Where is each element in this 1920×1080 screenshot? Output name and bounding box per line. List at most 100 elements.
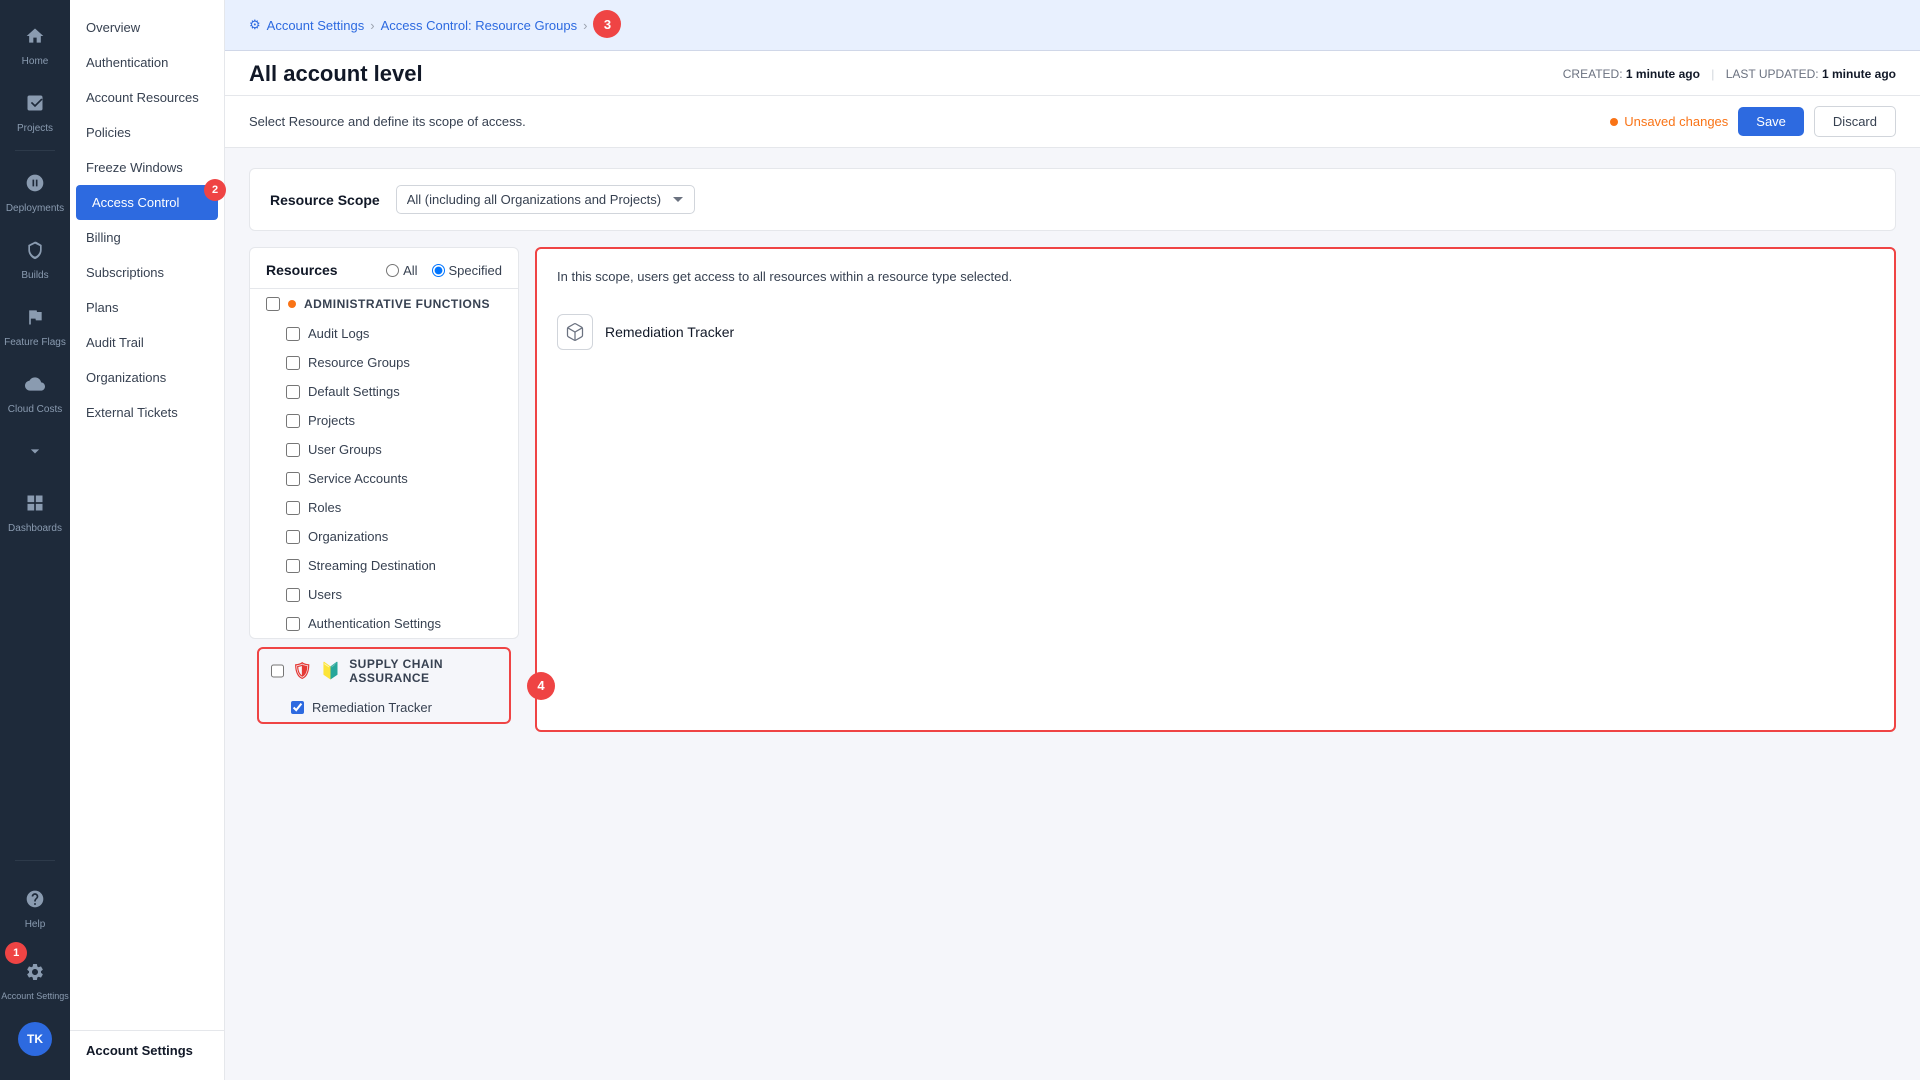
- step-badge-3-wrap: 3: [593, 10, 623, 40]
- radio-specified[interactable]: [432, 264, 445, 277]
- breadcrumb-bar: ⚙ Account Settings › Access Control: Res…: [225, 0, 1920, 51]
- sidebar-account-section: Account Settings: [70, 1030, 224, 1070]
- scope-select[interactable]: All (including all Organizations and Pro…: [396, 185, 695, 214]
- resource-item-projects[interactable]: Projects: [250, 406, 518, 435]
- supply-chain-item-remediation[interactable]: Remediation Tracker: [259, 693, 509, 722]
- resource-item-service-accounts[interactable]: Service Accounts: [250, 464, 518, 493]
- unsaved-label: Unsaved changes: [1624, 114, 1728, 129]
- sidebar-item-freeze-windows[interactable]: Freeze Windows: [70, 150, 224, 185]
- sidebar-account-title: Account Settings: [86, 1043, 208, 1058]
- sidebar-item-audit-trail[interactable]: Audit Trail: [70, 325, 224, 360]
- checkbox-auth-settings[interactable]: [286, 617, 300, 631]
- nav-item-builds[interactable]: Builds: [0, 224, 70, 291]
- nav-item-dashboards[interactable]: Dashboards: [0, 477, 70, 544]
- home-icon: [19, 20, 51, 52]
- nav-item-more[interactable]: [0, 425, 70, 477]
- supply-chain-checkbox[interactable]: [271, 664, 284, 678]
- supply-chain-remediation-checkbox[interactable]: [291, 701, 304, 714]
- resources-radio-group: All Specified: [386, 263, 502, 278]
- sidebar-item-policies[interactable]: Policies: [70, 115, 224, 150]
- sidebar-item-overview[interactable]: Overview: [70, 10, 224, 45]
- resource-item-users[interactable]: Users: [250, 580, 518, 609]
- radio-specified-label[interactable]: Specified: [432, 263, 502, 278]
- resource-item-roles[interactable]: Roles: [250, 493, 518, 522]
- nav-item-account-settings[interactable]: 1 Account Settings: [1, 946, 69, 1012]
- checkbox-roles[interactable]: [286, 501, 300, 515]
- step-badge-4: 4: [527, 672, 555, 700]
- nav-item-home[interactable]: Home: [0, 10, 70, 77]
- chevron-down-icon: [19, 435, 51, 467]
- item-label-streaming-destination: Streaming Destination: [308, 558, 436, 573]
- meta-separator: |: [1711, 67, 1714, 81]
- supply-chain-section: 🛡 🔰 SUPPLY CHAIN ASSURANCE Remediation T…: [257, 647, 511, 724]
- checkbox-users[interactable]: [286, 588, 300, 602]
- sidebar: Overview Authentication Account Resource…: [70, 0, 225, 1080]
- panels: Resources All Specified: [249, 247, 1896, 732]
- resource-item-default-settings[interactable]: Default Settings: [250, 377, 518, 406]
- builds-icon: [19, 234, 51, 266]
- page-title: All account level: [249, 61, 423, 87]
- breadcrumb-sep-1: ›: [370, 18, 374, 33]
- unsaved-changes-badge: Unsaved changes: [1610, 114, 1728, 129]
- checkbox-audit-logs[interactable]: [286, 327, 300, 341]
- scope-info-panel: In this scope, users get access to all r…: [535, 247, 1896, 732]
- resource-item-resource-groups[interactable]: Resource Groups: [250, 348, 518, 377]
- supply-chain-shield: 🔰: [321, 661, 341, 681]
- sidebar-item-billing[interactable]: Billing: [70, 220, 224, 255]
- projects-icon: [19, 87, 51, 119]
- cloud-icon: [19, 368, 51, 400]
- gear-settings-icon: ⚙: [249, 17, 261, 33]
- sidebar-item-account-resources[interactable]: Account Resources: [70, 80, 224, 115]
- sidebar-item-external-tickets[interactable]: External Tickets: [70, 395, 224, 430]
- nav-item-cloud-costs[interactable]: Cloud Costs: [0, 358, 70, 425]
- resource-item-streaming-destination[interactable]: Streaming Destination: [250, 551, 518, 580]
- radio-all-label[interactable]: All: [386, 263, 417, 278]
- toolbar: Select Resource and define its scope of …: [225, 96, 1920, 148]
- nav-separator: [15, 150, 55, 151]
- nav-separator-2: [15, 860, 55, 861]
- nav-label-projects: Projects: [17, 123, 53, 134]
- sidebar-item-plans[interactable]: Plans: [70, 290, 224, 325]
- sidebar-item-subscriptions[interactable]: Subscriptions: [70, 255, 224, 290]
- checkbox-organizations[interactable]: [286, 530, 300, 544]
- nav-label-dashboards: Dashboards: [8, 523, 62, 534]
- checkbox-default-settings[interactable]: [286, 385, 300, 399]
- sidebar-item-access-control[interactable]: Access Control 2: [76, 185, 218, 220]
- sidebar-item-organizations[interactable]: Organizations: [70, 360, 224, 395]
- nav-item-help[interactable]: Help: [1, 873, 69, 940]
- breadcrumb-link-settings[interactable]: Account Settings: [267, 18, 365, 33]
- breadcrumb-link-parent[interactable]: Access Control: Resource Groups: [381, 18, 578, 33]
- toolbar-actions: Unsaved changes Save Discard: [1610, 106, 1896, 137]
- nav-item-deployments[interactable]: Deployments: [0, 157, 70, 224]
- avatar[interactable]: TK: [18, 1022, 52, 1056]
- resource-item-organizations[interactable]: Organizations: [250, 522, 518, 551]
- checkbox-projects[interactable]: [286, 414, 300, 428]
- item-label-default-settings: Default Settings: [308, 384, 400, 399]
- nav-label-account-settings: Account Settings: [1, 992, 69, 1002]
- item-label-audit-logs: Audit Logs: [308, 326, 369, 341]
- flags-icon: [19, 301, 51, 333]
- radio-all[interactable]: [386, 264, 399, 277]
- sidebar-item-authentication[interactable]: Authentication: [70, 45, 224, 80]
- category-admin-checkbox[interactable]: [266, 297, 280, 311]
- item-label-roles: Roles: [308, 500, 341, 515]
- resource-item-audit-logs[interactable]: Audit Logs: [250, 319, 518, 348]
- checkbox-resource-groups[interactable]: [286, 356, 300, 370]
- resource-item-user-groups[interactable]: User Groups: [250, 435, 518, 464]
- save-button[interactable]: Save: [1738, 107, 1804, 136]
- checkbox-service-accounts[interactable]: [286, 472, 300, 486]
- resource-item-auth-settings[interactable]: Authentication Settings: [250, 609, 518, 638]
- nav-item-projects[interactable]: Projects: [0, 77, 70, 144]
- item-label-resource-groups: Resource Groups: [308, 355, 410, 370]
- checkbox-streaming-destination[interactable]: [286, 559, 300, 573]
- breadcrumb-sep-2: ›: [583, 18, 587, 33]
- page-title-row: All account level CREATED: 1 minute ago …: [225, 51, 1920, 96]
- content-area: Resource Scope All (including all Organi…: [225, 148, 1920, 1080]
- scope-resource-name: Remediation Tracker: [605, 324, 734, 340]
- discard-button[interactable]: Discard: [1814, 106, 1896, 137]
- nav-label-feature-flags: Feature Flags: [4, 337, 66, 348]
- nav-item-feature-flags[interactable]: Feature Flags: [0, 291, 70, 358]
- radio-specified-text: Specified: [449, 263, 502, 278]
- item-label-organizations: Organizations: [308, 529, 388, 544]
- checkbox-user-groups[interactable]: [286, 443, 300, 457]
